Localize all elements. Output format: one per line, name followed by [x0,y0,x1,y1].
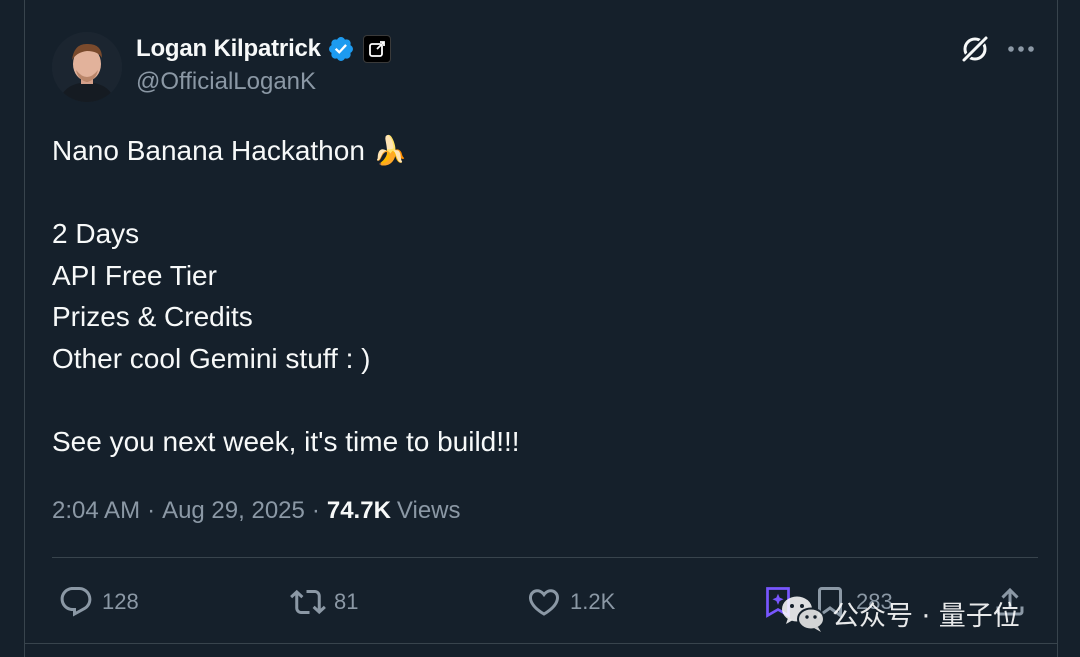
avatar-image [52,32,122,102]
reply-button[interactable]: 128 [58,578,139,626]
reply-count: 128 [102,589,139,614]
tweet-text: Nano Banana Hackathon 🍌 2 Days API Free … [52,130,520,463]
more-options-button[interactable] [1004,32,1038,66]
tweet-date[interactable]: Aug 29, 2025 [162,497,305,525]
divider [52,557,1038,558]
wechat-icon [782,596,825,632]
watermark: 公众号 · 量子位 [780,588,1020,638]
tweet-line: 2 Days [52,218,140,250]
tweet-time[interactable]: 2:04 AM [52,497,140,525]
heart-icon [528,589,560,616]
tweet-line [52,172,520,214]
tweet-line: API Free Tier [52,259,217,291]
reply-icon [60,587,92,617]
meta-separator: · [311,497,320,524]
tweet-line: Prizes & Credits [52,301,253,333]
bottom-divider [24,643,1058,644]
repost-button[interactable]: 81 [290,578,358,626]
verified-badge-icon[interactable] [327,35,355,63]
repost-icon [290,589,326,615]
watermark-text: 公众号 · 量子位 [832,600,1020,632]
affiliate-badge-icon[interactable] [362,35,391,63]
grok-icon [960,34,990,64]
grok-button[interactable] [958,32,992,66]
like-count: 1.2K [570,589,616,614]
more-dots-icon [1008,46,1034,52]
tweet-meta: 2:04 AM · Aug 29, 2025 · 74.7K Views [52,494,461,528]
repost-count: 81 [334,589,359,614]
author-handle[interactable]: @OfficialLoganK [136,68,316,96]
author-name-row: Logan Kilpatrick [136,32,391,66]
tweet-line: See you next week, it's time to build!!! [52,426,520,458]
views-label: Views [396,497,461,524]
meta-separator: · [147,497,156,524]
like-button[interactable]: 1.2K [526,578,615,626]
author-avatar[interactable] [52,32,122,102]
tweet-line: Other cool Gemini stuff : ) [52,342,371,374]
tweet-line: Nano Banana Hackathon 🍌 [52,135,408,166]
affiliate-logo-icon [368,41,385,57]
views-count[interactable]: 74.7K [327,497,391,525]
author-display-name[interactable]: Logan Kilpatrick [136,35,321,63]
tweet-line [52,380,520,422]
